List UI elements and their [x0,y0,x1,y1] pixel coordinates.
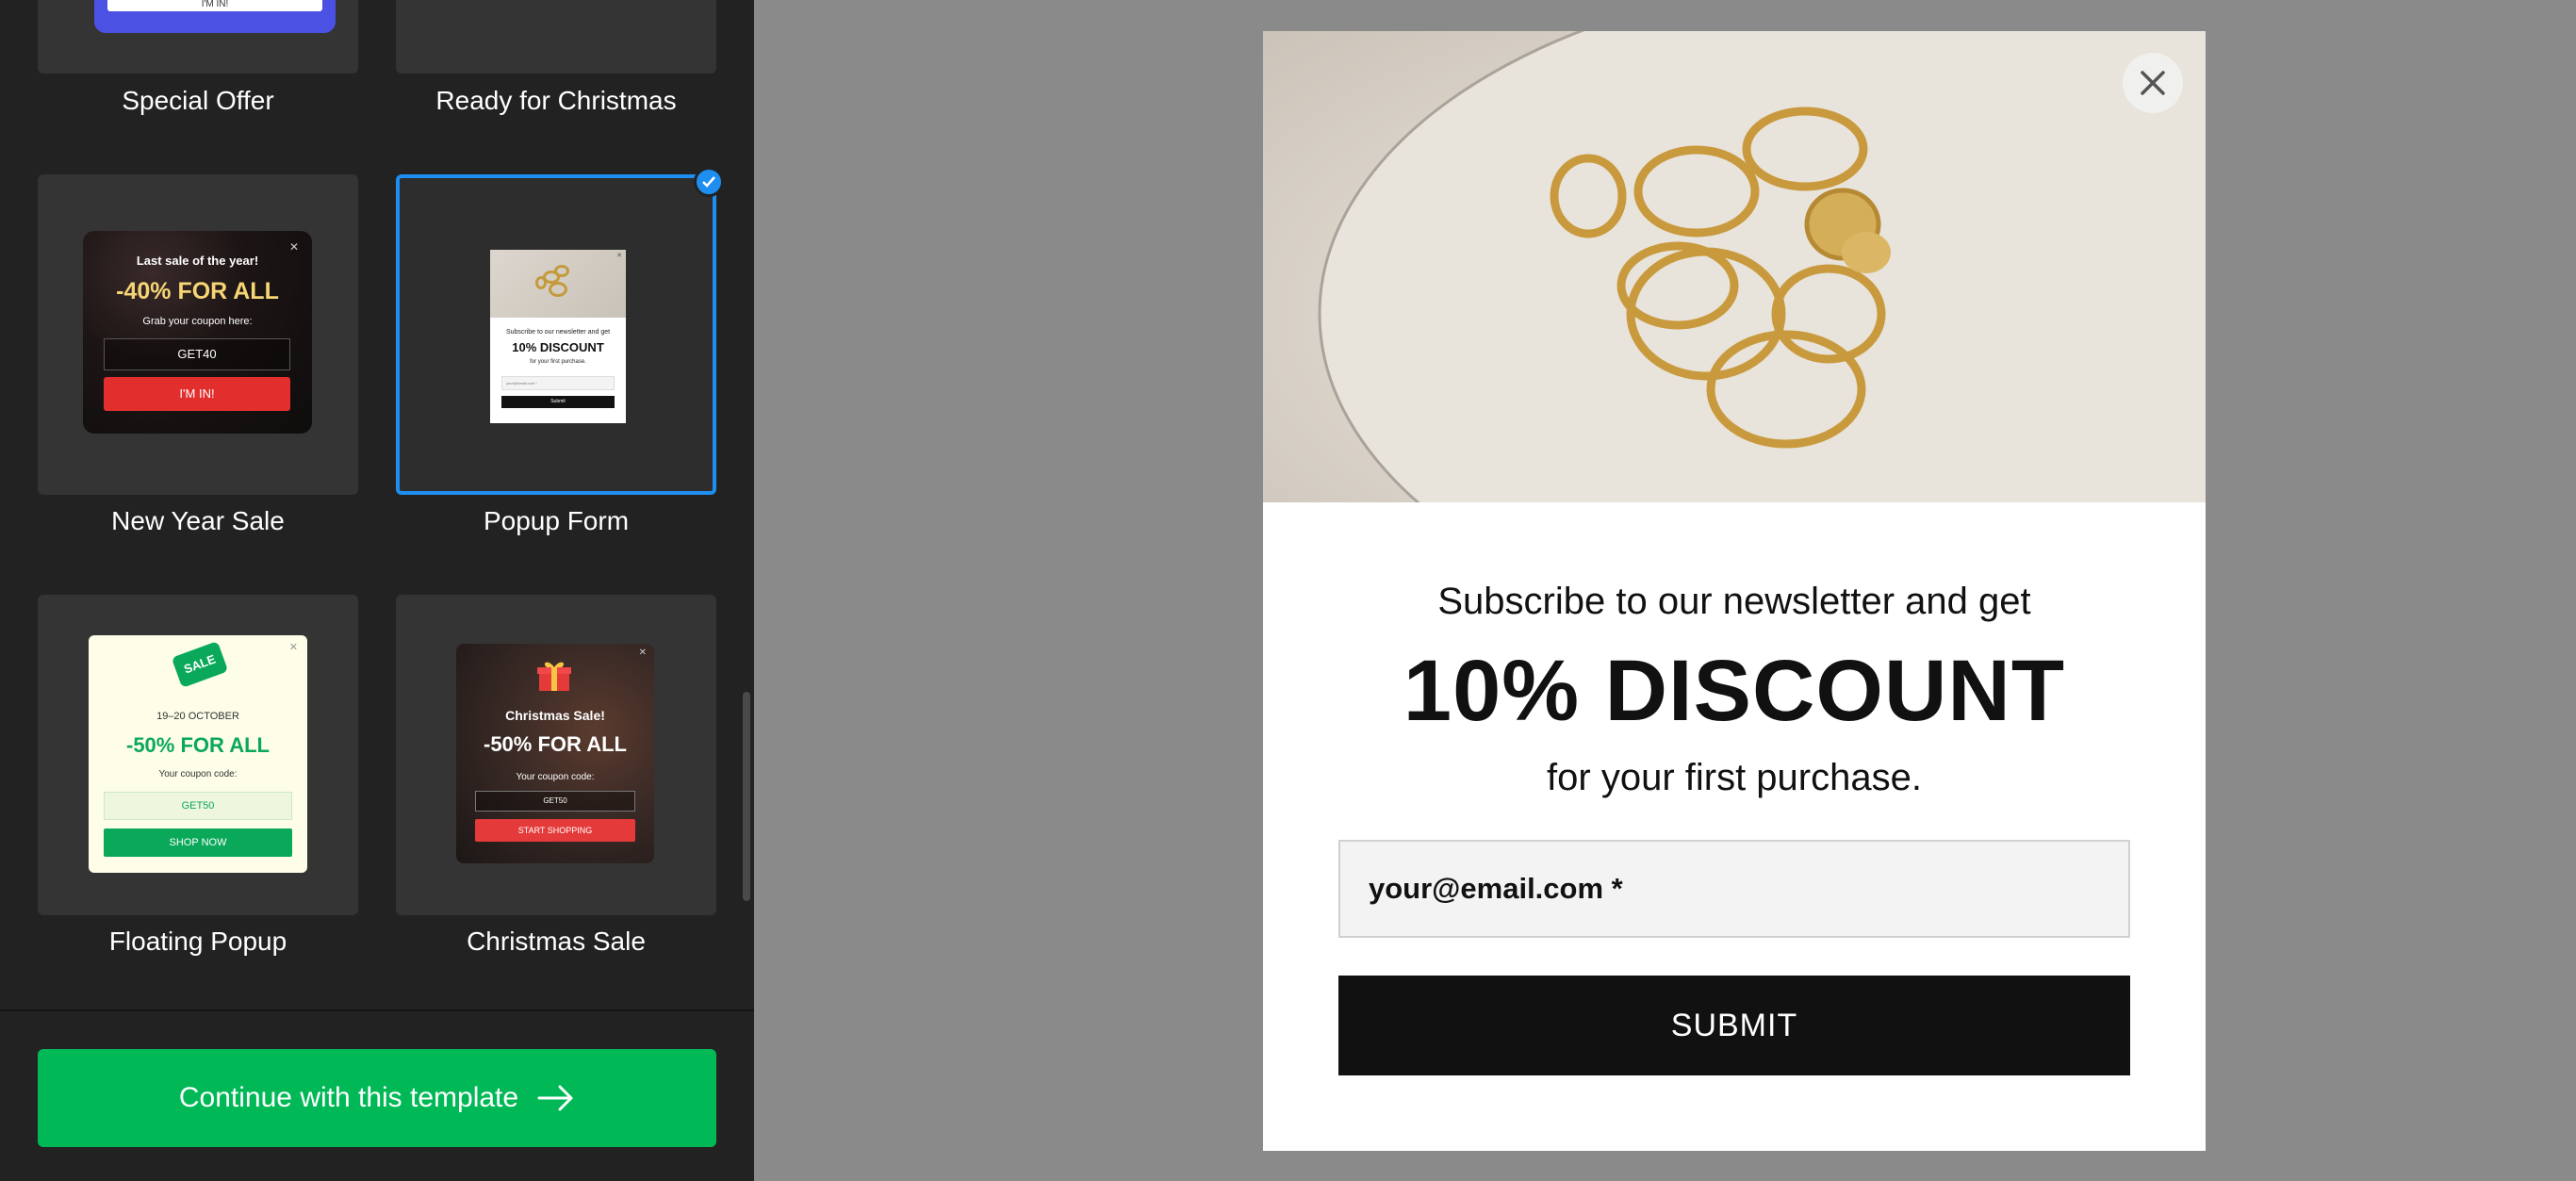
thumb-coupon-code: GET50 [104,792,292,820]
close-icon: ✕ [288,240,299,254]
template-label-ready-for-christmas: Ready for Christmas [435,86,677,115]
headline: 10% DISCOUNT [1403,643,2066,739]
thumb-title: Last sale of the year! [136,254,259,268]
arrow-right-icon [537,1085,573,1111]
template-label-floating-popup: Floating Popup [108,927,287,956]
thumb-title: Christmas Sale! [505,708,605,723]
continue-label: Continue with this template [178,1082,519,1113]
thumb-button: I'M IN! [104,377,290,411]
submit-button[interactable]: SUBMIT [1338,976,2130,1075]
popup-preview: Subscribe to our newsletter and get 10% … [1263,31,2206,1151]
close-icon [2141,71,2165,95]
template-label-popup-form: Popup Form [483,506,630,535]
sale-tag-icon: SALE [171,641,229,688]
thumb-offer: -50% FOR ALL [126,733,270,757]
thumb-button: START SHOPPING [475,819,635,842]
jewelry-image [1263,31,2206,502]
thumb-dates: 19–20 OCTOBER [156,711,239,722]
thumb-subtitle: Grab your coupon here: [142,316,253,327]
thumb-offer: -40% FOR ALL [116,278,279,304]
gift-icon [537,662,571,691]
sidebar-scrollbar[interactable] [743,692,750,901]
thumb-jewelry-image [490,250,626,318]
close-icon: ✕ [616,253,622,259]
thumb-button: I'M IN! [107,0,322,11]
close-icon: ✕ [638,648,647,658]
thumb-button: SHOP NOW [104,828,292,857]
thumb-coupon-code: GET40 [104,338,290,370]
template-sidebar: I'M IN! Special Offer Ready for Christma… [0,0,754,1181]
close-button[interactable] [2123,53,2183,113]
template-card-new-year-sale[interactable]: ✕ Last sale of the year! -40% FOR ALL Gr… [38,174,358,495]
thumb-email-input: your@email.com * [501,376,615,390]
template-label-special-offer: Special Offer [122,86,274,115]
thumb-coupon-code: GET50 [475,791,635,812]
template-card-popup-form[interactable]: ✕ Subscribe to our newsletter and get 10… [396,174,716,495]
template-card-christmas-sale[interactable]: ✕ Christmas Sale! -50% FOR ALL Your coup… [396,595,716,915]
thumb-popup-form: ✕ Subscribe to our newsletter and get 10… [490,250,626,423]
thumb-christmas-sale: ✕ Christmas Sale! -50% FOR ALL Your coup… [456,644,654,863]
footer-divider [0,1009,754,1011]
thumb-pre-headline: Subscribe to our newsletter and get [505,329,611,336]
selected-check-icon [694,167,724,197]
template-label-christmas-sale: Christmas Sale [467,927,646,956]
thumb-post-headline: for your first purchase. [530,359,586,365]
thumb-subtitle: Your coupon code: [516,772,595,782]
thumb-floating-popup: ✕ SALE 19–20 OCTOBER -50% FOR ALL Your c… [89,635,307,873]
thumb-headline: 10% DISCOUNT [512,340,604,354]
template-card-floating-popup[interactable]: ✕ SALE 19–20 OCTOBER -50% FOR ALL Your c… [38,595,358,915]
thumb-new-year-sale: ✕ Last sale of the year! -40% FOR ALL Gr… [83,231,312,434]
close-icon: ✕ [288,642,298,653]
template-card-special-offer[interactable]: I'M IN! [38,0,358,74]
thumb-subtitle: Your coupon code: [158,769,238,779]
thumb-submit: Submit [501,396,615,408]
post-headline: for your first purchase. [1547,757,1922,798]
pre-headline: Subscribe to our newsletter and get [1437,581,2031,622]
continue-with-template-button[interactable]: Continue with this template [38,1049,716,1147]
email-field[interactable] [1338,840,2130,938]
thumb-offer: -50% FOR ALL [484,732,627,756]
thumb-special-offer: I'M IN! [94,0,336,33]
template-label-new-year-sale: New Year Sale [111,506,285,535]
template-card-ready-for-christmas[interactable] [396,0,716,74]
